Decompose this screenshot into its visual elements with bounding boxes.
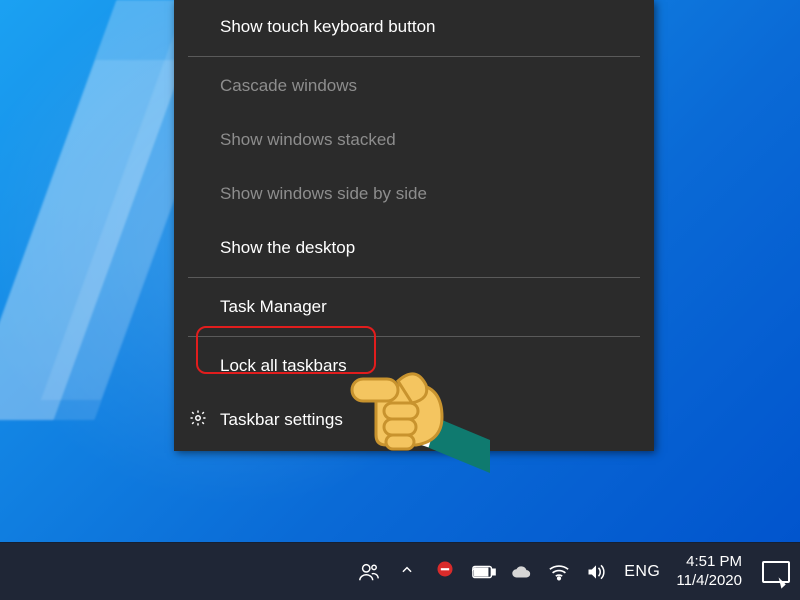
menu-item-label: Cascade windows xyxy=(220,76,357,96)
menu-item-label: Show touch keyboard button xyxy=(220,17,435,37)
menu-item-label: Show the desktop xyxy=(220,238,355,258)
menu-separator xyxy=(188,56,640,57)
menu-item-label: Show windows side by side xyxy=(220,184,427,204)
wifi-icon[interactable] xyxy=(548,563,570,581)
menu-separator xyxy=(188,277,640,278)
clock-date: 11/4/2020 xyxy=(676,572,742,591)
people-icon[interactable] xyxy=(358,561,380,583)
menu-item-label: Lock all taskbars xyxy=(220,356,347,376)
action-center-icon[interactable] xyxy=(762,561,790,583)
tray-overflow-chevron-icon[interactable] xyxy=(396,562,418,582)
menu-item-task-manager[interactable]: Task Manager xyxy=(174,280,654,334)
menu-item-lock-all-taskbars[interactable]: Lock all taskbars xyxy=(174,339,654,393)
menu-item-show-windows-side-by-side: Show windows side by side xyxy=(174,167,654,221)
system-tray: ENG 4:51 PM 11/4/2020 xyxy=(354,543,800,600)
menu-item-show-windows-stacked: Show windows stacked xyxy=(174,113,654,167)
menu-item-cascade-windows: Cascade windows xyxy=(174,59,654,113)
menu-item-show-touch-keyboard-button[interactable]: Show touch keyboard button xyxy=(174,0,654,54)
onedrive-cloud-icon[interactable] xyxy=(510,564,532,580)
clock-time: 4:51 PM xyxy=(676,553,742,572)
menu-separator xyxy=(188,336,640,337)
battery-icon[interactable] xyxy=(472,564,494,580)
gear-icon xyxy=(188,409,208,432)
menu-item-label: Task Manager xyxy=(220,297,327,317)
tray-app-icon[interactable] xyxy=(434,559,456,584)
language-indicator[interactable]: ENG xyxy=(624,563,660,581)
taskbar: ENG 4:51 PM 11/4/2020 xyxy=(0,542,800,600)
menu-item-label: Show windows stacked xyxy=(220,130,396,150)
menu-item-show-the-desktop[interactable]: Show the desktop xyxy=(174,221,654,275)
menu-item-taskbar-settings[interactable]: Taskbar settings xyxy=(174,393,654,447)
taskbar-context-menu: Show touch keyboard button Cascade windo… xyxy=(174,0,654,451)
volume-icon[interactable] xyxy=(586,563,608,581)
taskbar-clock[interactable]: 4:51 PM 11/4/2020 xyxy=(676,553,742,591)
menu-item-label: Taskbar settings xyxy=(220,410,343,430)
